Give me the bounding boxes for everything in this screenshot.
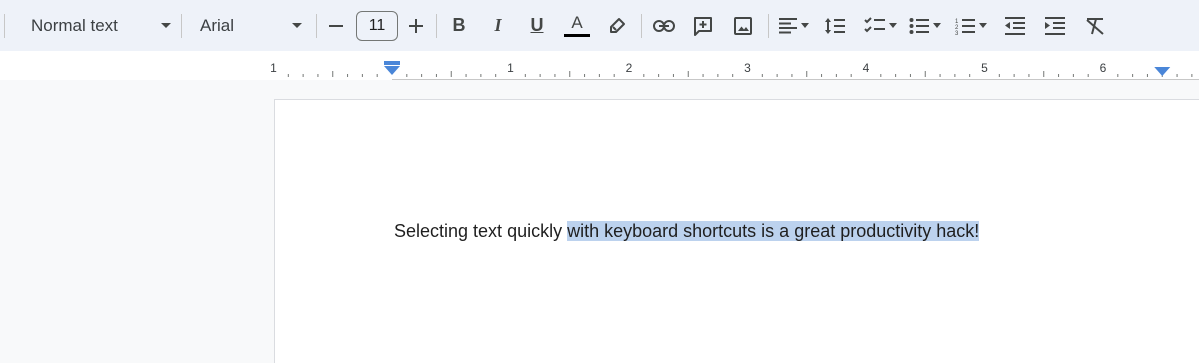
- paragraph-style-dropdown[interactable]: Normal text: [21, 10, 181, 42]
- comment-icon[interactable]: [689, 12, 717, 40]
- text-color-label: A: [571, 12, 583, 32]
- ruler-number: 1: [507, 61, 514, 75]
- toolbar-divider: [316, 13, 317, 38]
- document-paragraph[interactable]: Selecting text quickly with keyboard sho…: [394, 219, 980, 243]
- svg-text:3: 3: [955, 31, 959, 35]
- bold-icon[interactable]: B: [445, 12, 473, 40]
- checklist-icon: [863, 12, 887, 40]
- document-text: Selecting text quickly: [394, 221, 568, 241]
- underline-label: U: [530, 15, 544, 35]
- text-color-swatch: [564, 33, 590, 37]
- right-indent-marker: [1154, 67, 1171, 76]
- underline-icon[interactable]: U: [523, 12, 551, 40]
- document-page[interactable]: Selecting text quickly with keyboard sho…: [274, 99, 1199, 363]
- paragraph-style-label: Normal text: [31, 15, 118, 35]
- decrease-font-size-icon[interactable]: [322, 12, 350, 40]
- italic-icon[interactable]: I: [484, 12, 512, 40]
- ruler-number: 1: [270, 61, 277, 75]
- ruler-number: 3: [744, 61, 751, 75]
- toolbar-divider: [641, 13, 642, 38]
- font-family-label: Arial: [200, 15, 235, 35]
- ruler-scale: 1 1 2 3 4 5 6: [0, 51, 1193, 80]
- toolbar-divider: [4, 13, 5, 38]
- ruler-number: 5: [981, 61, 988, 75]
- font-size-input[interactable]: 11: [356, 10, 398, 41]
- numbered-list-dropdown[interactable]: 123: [953, 12, 987, 40]
- text-color-icon[interactable]: A: [563, 12, 591, 40]
- bulleted-list-dropdown[interactable]: [907, 12, 941, 40]
- toolbar-divider: [768, 13, 769, 38]
- ruler-number: 6: [1100, 61, 1107, 75]
- image-icon[interactable]: [729, 12, 757, 40]
- highlight-icon[interactable]: [603, 12, 631, 40]
- checklist-dropdown[interactable]: [863, 12, 897, 40]
- ruler-number: 2: [626, 61, 633, 75]
- selected-text: with keyboard shortcuts is a great produ…: [567, 221, 980, 241]
- decrease-indent-icon[interactable]: [1001, 12, 1029, 40]
- chevron-down-icon: [979, 23, 987, 28]
- chevron-down-icon: [801, 23, 809, 28]
- chevron-down-icon: [889, 23, 897, 28]
- ruler-number: 4: [863, 61, 870, 75]
- chevron-down-icon: [161, 23, 171, 28]
- document-canvas: Selecting text quickly with keyboard sho…: [0, 80, 1199, 363]
- bulleted-list-icon: [907, 12, 931, 40]
- horizontal-ruler[interactable]: 1 1 2 3 4 5 6: [0, 51, 1199, 80]
- chevron-down-icon: [933, 23, 941, 28]
- increase-indent-icon[interactable]: [1041, 12, 1069, 40]
- clear-formatting-icon[interactable]: [1081, 12, 1109, 40]
- first-line-indent-marker: [384, 61, 400, 65]
- numbered-list-icon: 123: [953, 12, 977, 40]
- line-spacing-icon[interactable]: [821, 12, 849, 40]
- align-dropdown[interactable]: [777, 12, 809, 40]
- italic-label: I: [494, 15, 502, 35]
- toolbar-divider: [181, 13, 182, 38]
- increase-font-size-icon[interactable]: [402, 12, 430, 40]
- font-family-dropdown[interactable]: Arial: [186, 10, 312, 42]
- align-left-icon: [777, 12, 799, 40]
- chevron-down-icon: [292, 23, 302, 28]
- toolbar-divider: [436, 13, 437, 38]
- formatting-toolbar: Normal text Arial 11 B I U A 1 2 3: [0, 0, 1199, 51]
- bold-label: B: [452, 15, 466, 35]
- link-icon[interactable]: [650, 12, 678, 40]
